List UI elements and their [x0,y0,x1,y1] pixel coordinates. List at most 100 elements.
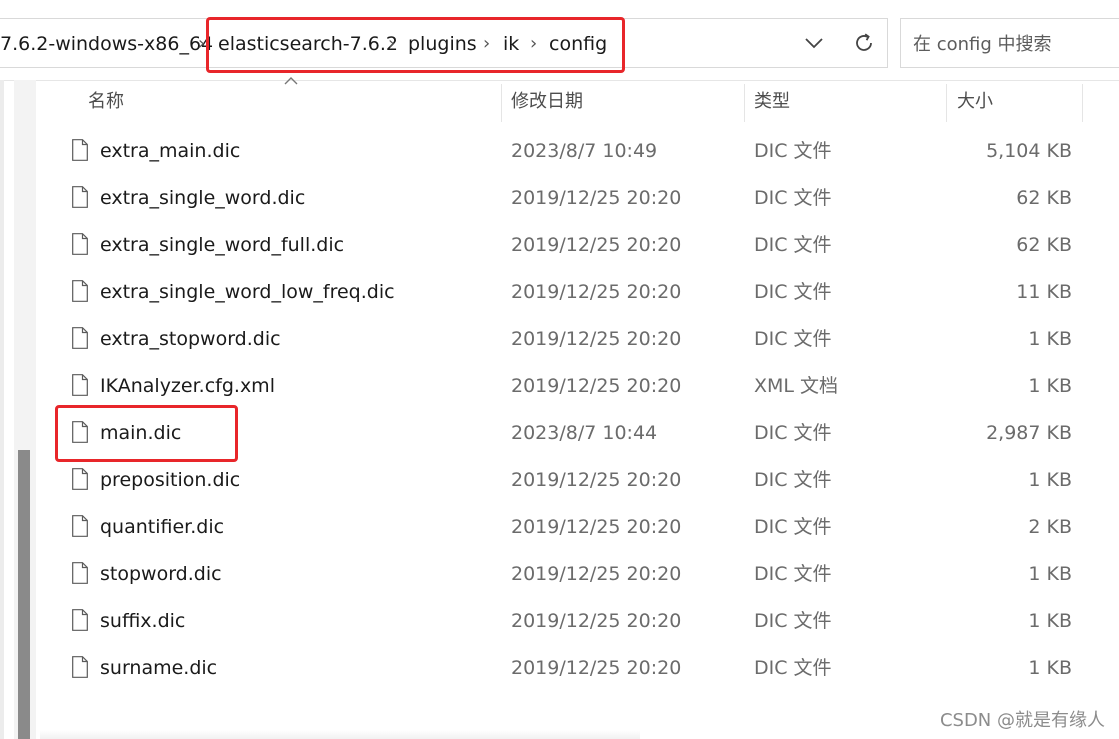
address-bar[interactable]: 7.6.2-windows-x86_64 › elasticsearch-7.6… [0,18,888,68]
file-date: 2019/12/25 20:20 [511,281,682,303]
file-type: XML 文档 [754,375,839,397]
file-row[interactable]: main.dic 2023/8/7 10:44 DIC 文件 2,987 KB [50,410,1090,457]
file-name: stopword.dic [100,563,222,585]
file-name: extra_main.dic [100,140,241,162]
file-size: 11 KB [1016,281,1072,303]
file-size: 5,104 KB [986,140,1072,162]
file-row[interactable]: extra_main.dic 2023/8/7 10:49 DIC 文件 5,1… [50,128,1090,175]
breadcrumb-item-windows[interactable]: 7.6.2-windows-x86_64 [0,19,213,69]
bottom-edge-fade [40,730,640,739]
file-type: DIC 文件 [754,657,832,679]
file-icon [72,280,88,302]
file-name: quantifier.dic [100,516,225,538]
file-row[interactable]: extra_single_word_full.dic 2019/12/25 20… [50,222,1090,269]
file-row[interactable]: preposition.dic 2019/12/25 20:20 DIC 文件 … [50,457,1090,504]
watermark: CSDN @就是有缘人 [939,710,1105,731]
breadcrumb-item-ik[interactable]: ik [503,19,519,69]
file-row[interactable]: quantifier.dic 2019/12/25 20:20 DIC 文件 2… [50,504,1090,551]
scrollbar-thumb[interactable] [18,450,30,739]
file-type: DIC 文件 [754,563,832,585]
breadcrumb-separator[interactable]: › [388,19,395,69]
address-bar-row: 7.6.2-windows-x86_64 › elasticsearch-7.6… [0,0,1119,81]
file-type: DIC 文件 [754,516,832,538]
file-size: 1 KB [1028,563,1072,585]
file-date: 2019/12/25 20:20 [511,563,682,585]
file-type: DIC 文件 [754,469,832,491]
file-row[interactable]: suffix.dic 2019/12/25 20:20 DIC 文件 1 KB [50,598,1090,645]
file-row[interactable]: IKAnalyzer.cfg.xml 2019/12/25 20:20 XML … [50,363,1090,410]
file-row[interactable]: extra_stopword.dic 2019/12/25 20:20 DIC … [50,316,1090,363]
file-type: DIC 文件 [754,610,832,632]
file-icon [72,186,88,208]
breadcrumb-separator[interactable]: › [198,19,205,69]
file-name: surname.dic [100,657,218,679]
file-icon [72,421,88,443]
sort-up-icon [284,74,298,90]
breadcrumb-item-config[interactable]: config [549,19,607,69]
file-icon [72,515,88,537]
file-date: 2023/8/7 10:49 [511,140,658,162]
file-size: 1 KB [1028,657,1072,679]
file-type: DIC 文件 [754,328,832,350]
breadcrumb-item-elasticsearch[interactable]: elasticsearch-7.6.2 [218,19,398,69]
file-type: DIC 文件 [754,281,832,303]
file-date: 2019/12/25 20:20 [511,657,682,679]
file-type: DIC 文件 [754,234,832,256]
file-size: 1 KB [1028,610,1072,632]
window-left-edge [0,80,4,739]
column-headers: 名称 修改日期 类型 大小 [0,77,1119,126]
file-size: 1 KB [1028,469,1072,491]
file-date: 2019/12/25 20:20 [511,375,682,397]
file-name: extra_single_word_low_freq.dic [100,281,395,303]
file-date: 2023/8/7 10:44 [511,422,658,444]
file-size: 2 KB [1028,516,1072,538]
file-row[interactable]: surname.dic 2019/12/25 20:20 DIC 文件 1 KB [50,645,1090,692]
file-icon [72,327,88,349]
breadcrumb-item-plugins[interactable]: plugins [408,19,477,69]
search-input[interactable] [911,19,1115,69]
file-size: 2,987 KB [986,422,1072,444]
file-date: 2019/12/25 20:20 [511,469,682,491]
file-date: 2019/12/25 20:20 [511,187,682,209]
file-size: 62 KB [1016,234,1072,256]
file-name: suffix.dic [100,610,186,632]
file-icon [72,139,88,161]
file-icon [72,468,88,490]
file-size: 1 KB [1028,375,1072,397]
column-header-date[interactable]: 修改日期 [511,80,583,124]
column-header-size[interactable]: 大小 [957,80,993,124]
file-row[interactable]: stopword.dic 2019/12/25 20:20 DIC 文件 1 K… [50,551,1090,598]
file-name: IKAnalyzer.cfg.xml [100,375,275,397]
refresh-icon [856,33,872,51]
column-divider[interactable] [744,84,745,122]
column-header-type[interactable]: 类型 [754,80,790,124]
file-icon [72,609,88,631]
file-icon [72,374,88,396]
breadcrumb-separator[interactable]: › [483,19,490,69]
address-history-dropdown[interactable] [800,18,828,68]
column-header-name[interactable]: 名称 [88,80,124,124]
chevron-down-icon [805,38,823,49]
file-icon [72,233,88,255]
file-size: 62 KB [1016,187,1072,209]
file-name: extra_single_word.dic [100,187,306,209]
search-box[interactable] [900,18,1119,69]
file-name: extra_single_word_full.dic [100,234,345,256]
file-type: DIC 文件 [754,187,832,209]
file-date: 2019/12/25 20:20 [511,516,682,538]
file-icon [72,656,88,678]
file-name: main.dic [100,422,182,444]
file-type: DIC 文件 [754,140,832,162]
column-divider[interactable] [1082,84,1083,122]
file-date: 2019/12/25 20:20 [511,328,682,350]
column-divider[interactable] [501,84,502,122]
file-name: extra_stopword.dic [100,328,281,350]
file-row[interactable]: extra_single_word_low_freq.dic 2019/12/2… [50,269,1090,316]
file-date: 2019/12/25 20:20 [511,610,682,632]
breadcrumb-separator[interactable]: › [530,19,537,69]
refresh-button[interactable] [848,18,880,68]
column-divider[interactable] [946,84,947,122]
file-row[interactable]: extra_single_word.dic 2019/12/25 20:20 D… [50,175,1090,222]
file-name: preposition.dic [100,469,241,491]
file-icon [72,562,88,584]
